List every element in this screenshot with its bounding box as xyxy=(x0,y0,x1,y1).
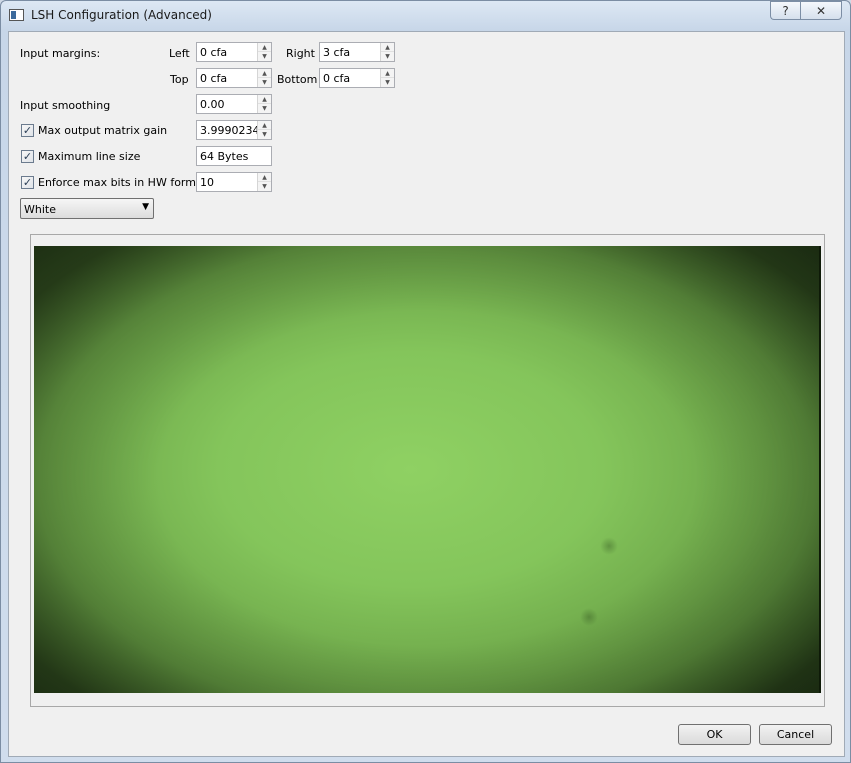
left-label: Left xyxy=(169,47,190,60)
title-bar[interactable]: LSH Configuration (Advanced) ? ✕ xyxy=(1,1,850,31)
spin-up-icon[interactable]: ▲ xyxy=(258,173,271,182)
ok-button[interactable]: OK xyxy=(678,724,751,745)
window-title: LSH Configuration (Advanced) xyxy=(31,8,212,22)
enforce-bits-value: 10 xyxy=(200,176,214,189)
max-output-gain-value: 3.9990234 xyxy=(200,124,260,137)
input-margins-label: Input margins: xyxy=(20,47,101,60)
spin-arrows: ▲ ▼ xyxy=(257,69,271,87)
top-label: Top xyxy=(170,73,189,86)
channel-dropdown[interactable]: White ▼ xyxy=(20,198,154,219)
channel-dropdown-value: White xyxy=(24,203,56,216)
help-button[interactable]: ? xyxy=(770,1,800,20)
spin-arrows: ▲ ▼ xyxy=(257,173,271,191)
close-button[interactable]: ✕ xyxy=(800,1,842,20)
right-margin-spinbox[interactable]: 3 cfa ▲ ▼ xyxy=(319,42,395,62)
input-smoothing-label: Input smoothing xyxy=(20,99,111,112)
spin-up-icon[interactable]: ▲ xyxy=(381,43,394,52)
spin-down-icon[interactable]: ▼ xyxy=(258,130,271,139)
spin-down-icon[interactable]: ▼ xyxy=(258,52,271,61)
dust-spot xyxy=(600,537,618,555)
dialog-content: Input margins: Left 0 cfa ▲ ▼ Right 3 cf… xyxy=(8,31,845,757)
enforce-bits-checkbox[interactable]: ✓ xyxy=(21,176,34,189)
spin-arrows: ▲ ▼ xyxy=(257,43,271,61)
title-buttons: ? ✕ xyxy=(770,1,842,21)
spin-down-icon[interactable]: ▼ xyxy=(381,78,394,87)
spin-arrows: ▲ ▼ xyxy=(257,95,271,113)
spin-up-icon[interactable]: ▲ xyxy=(381,69,394,78)
spin-down-icon[interactable]: ▼ xyxy=(258,104,271,113)
spin-up-icon[interactable]: ▲ xyxy=(258,121,271,130)
right-margin-value: 3 cfa xyxy=(323,46,351,59)
dialog-window: LSH Configuration (Advanced) ? ✕ Input m… xyxy=(0,0,851,763)
lens-shading-preview-image xyxy=(34,246,821,693)
chevron-down-icon: ▼ xyxy=(142,202,149,212)
app-window-icon xyxy=(9,9,24,21)
enforce-bits-label: Enforce max bits in HW format xyxy=(38,176,208,189)
spin-arrows: ▲ ▼ xyxy=(257,121,271,139)
left-margin-spinbox[interactable]: 0 cfa ▲ ▼ xyxy=(196,42,272,62)
enforce-bits-spinbox[interactable]: 10 ▲ ▼ xyxy=(196,172,272,192)
spin-up-icon[interactable]: ▲ xyxy=(258,43,271,52)
spin-up-icon[interactable]: ▲ xyxy=(258,95,271,104)
spin-up-icon[interactable]: ▲ xyxy=(258,69,271,78)
left-margin-value: 0 cfa xyxy=(200,46,228,59)
bottom-label: Bottom xyxy=(277,73,318,86)
bottom-margin-value: 0 cfa xyxy=(323,72,351,85)
dust-spot xyxy=(580,608,598,626)
max-line-size-label: Maximum line size xyxy=(38,150,141,163)
top-margin-value: 0 cfa xyxy=(200,72,228,85)
max-line-size-field[interactable]: 64 Bytes xyxy=(196,146,272,166)
spin-arrows: ▲ ▼ xyxy=(380,43,394,61)
max-line-size-value: 64 Bytes xyxy=(200,150,249,163)
spin-down-icon[interactable]: ▼ xyxy=(381,52,394,61)
spin-arrows: ▲ ▼ xyxy=(380,69,394,87)
max-line-size-checkbox[interactable]: ✓ xyxy=(21,150,34,163)
preview-frame xyxy=(30,234,825,707)
input-smoothing-value: 0.00 xyxy=(200,98,225,111)
bottom-margin-spinbox[interactable]: 0 cfa ▲ ▼ xyxy=(319,68,395,88)
spin-down-icon[interactable]: ▼ xyxy=(258,78,271,87)
max-output-gain-checkbox[interactable]: ✓ xyxy=(21,124,34,137)
top-margin-spinbox[interactable]: 0 cfa ▲ ▼ xyxy=(196,68,272,88)
spin-down-icon[interactable]: ▼ xyxy=(258,182,271,191)
cancel-button[interactable]: Cancel xyxy=(759,724,832,745)
max-output-gain-label: Max output matrix gain xyxy=(38,124,168,137)
right-label: Right xyxy=(286,47,315,60)
max-output-gain-spinbox[interactable]: 3.9990234 ▲ ▼ xyxy=(196,120,272,140)
input-smoothing-spinbox[interactable]: 0.00 ▲ ▼ xyxy=(196,94,272,114)
